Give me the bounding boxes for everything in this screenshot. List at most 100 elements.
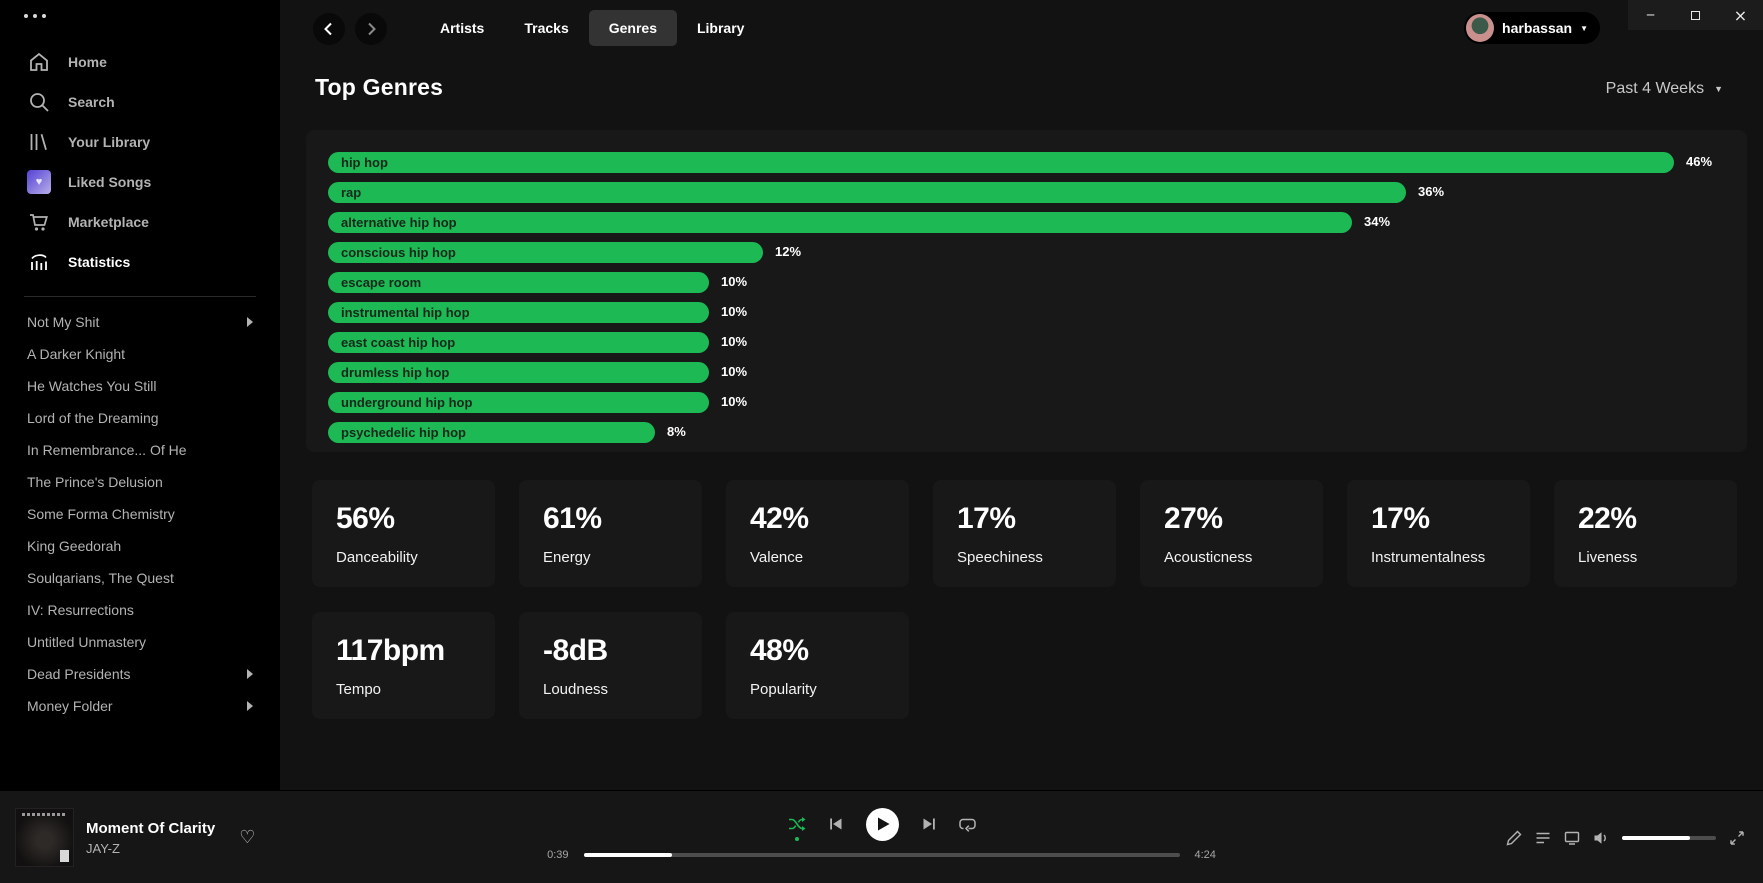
sidebar-divider	[24, 296, 256, 297]
genre-bar[interactable]: alternative hip hop	[328, 212, 1352, 233]
playlist-item[interactable]: The Prince's Delusion	[0, 466, 280, 498]
stat-card-loudness: -8dBLoudness	[519, 612, 702, 719]
playlist-item[interactable]: Money Folder	[0, 690, 280, 722]
tab-artists[interactable]: Artists	[420, 10, 504, 46]
genre-bar-row: alternative hip hop 34%	[328, 209, 1725, 239]
stat-label: Energy	[543, 549, 678, 566]
playlist-item[interactable]: Dead Presidents	[0, 658, 280, 690]
folder-arrow-icon	[247, 317, 253, 327]
skip-forward-icon	[921, 816, 937, 832]
stat-value: 17%	[957, 502, 1092, 536]
genre-bar[interactable]: drumless hip hop	[328, 362, 709, 383]
shuffle-button[interactable]	[788, 816, 806, 832]
genre-label: conscious hip hop	[328, 245, 456, 260]
time-range-label: Past 4 Weeks	[1606, 80, 1704, 98]
genre-bar[interactable]: hip hop	[328, 152, 1674, 173]
sidebar-item-label: Home	[68, 54, 107, 70]
sidebar-item-your-library[interactable]: Your Library	[0, 122, 280, 162]
sidebar-item-statistics[interactable]: Statistics	[0, 242, 280, 282]
fullscreen-button[interactable]	[1729, 830, 1745, 846]
skip-back-icon	[828, 816, 844, 832]
playlist-name: Not My Shit	[27, 314, 247, 330]
stat-label: Instrumentalness	[1371, 549, 1506, 566]
close-button[interactable]: ×	[1718, 0, 1763, 30]
genre-bar[interactable]: psychedelic hip hop	[328, 422, 655, 443]
main-content: ArtistsTracksGenresLibrary harbassan ▼ ─…	[280, 0, 1763, 790]
minimize-button[interactable]: ─	[1628, 0, 1673, 30]
sidebar-item-search[interactable]: Search	[0, 82, 280, 122]
genre-label: east coast hip hop	[328, 335, 455, 350]
playlist-name: A Darker Knight	[27, 346, 253, 362]
folder-arrow-icon	[247, 669, 253, 679]
tab-genres[interactable]: Genres	[589, 10, 677, 46]
genre-bar[interactable]: rap	[328, 182, 1406, 203]
playlist-name: In Remembrance... Of He	[27, 442, 253, 458]
sidebar-item-marketplace[interactable]: Marketplace	[0, 202, 280, 242]
genre-bar-row: rap36%	[328, 179, 1725, 209]
lyrics-button[interactable]	[1506, 830, 1522, 846]
queue-button[interactable]	[1535, 830, 1551, 846]
sidebar-item-home[interactable]: Home	[0, 42, 280, 82]
view-tabs: ArtistsTracksGenresLibrary	[420, 10, 764, 46]
genre-bar[interactable]: conscious hip hop	[328, 242, 763, 263]
playlist-item[interactable]: Soulqarians, The Quest	[0, 562, 280, 594]
tab-tracks[interactable]: Tracks	[504, 10, 588, 46]
next-button[interactable]	[921, 816, 937, 832]
stat-value: 27%	[1164, 502, 1299, 536]
stat-value: 117bpm	[336, 634, 471, 668]
tab-library[interactable]: Library	[677, 10, 764, 46]
stat-label: Popularity	[750, 681, 885, 698]
playlist-item[interactable]: Some Forma Chemistry	[0, 498, 280, 530]
volume-fill	[1622, 836, 1690, 840]
genre-bar[interactable]: escape room	[328, 272, 709, 293]
playlist-item[interactable]: He Watches You Still	[0, 370, 280, 402]
play-button[interactable]	[866, 808, 899, 841]
back-button[interactable]	[313, 13, 345, 45]
volume-button[interactable]	[1593, 830, 1609, 846]
stat-label: Speechiness	[957, 549, 1092, 566]
genre-bar[interactable]: east coast hip hop	[328, 332, 709, 353]
progress-bar[interactable]	[584, 853, 1180, 857]
ellipsis-menu-icon[interactable]	[24, 14, 46, 18]
playlist-list: Not My Shit A Darker Knight He Watches You…	[0, 306, 280, 722]
playlist-name: King Geedorah	[27, 538, 253, 554]
genre-percent: 8%	[667, 424, 686, 439]
previous-button[interactable]	[828, 816, 844, 832]
stat-card-instrumentalness: 17%Instrumentalness	[1347, 480, 1530, 587]
stat-card-acousticness: 27%Acousticness	[1140, 480, 1323, 587]
liked-songs-icon: ♥	[27, 170, 51, 194]
playlist-item[interactable]: King Geedorah	[0, 530, 280, 562]
genre-bar[interactable]: underground hip hop	[328, 392, 709, 413]
maximize-button[interactable]	[1673, 0, 1718, 30]
time-range-dropdown[interactable]: Past 4 Weeks ▼	[1606, 80, 1723, 98]
connect-device-button[interactable]	[1564, 830, 1580, 846]
playlist-item[interactable]: Not My Shit	[0, 306, 280, 338]
lyrics-icon	[1506, 830, 1522, 846]
forward-button[interactable]	[355, 13, 387, 45]
playlist-item[interactable]: Untitled Unmastery	[0, 626, 280, 658]
progress-row: 0:39 4:24	[0, 847, 1763, 863]
genre-bar-row: psychedelic hip hop 8%	[328, 419, 1725, 449]
genre-label: psychedelic hip hop	[328, 425, 466, 440]
genre-chart: hip hop46%rap36%alternative hip hop34%co…	[306, 130, 1747, 452]
playlist-name: Soulqarians, The Quest	[27, 570, 253, 586]
volume-slider[interactable]	[1622, 836, 1716, 840]
user-menu[interactable]: harbassan ▼	[1464, 12, 1600, 44]
genre-bar-row: underground hip hop10%	[328, 389, 1725, 419]
playlist-item[interactable]: IV: Resurrections	[0, 594, 280, 626]
genre-percent: 10%	[721, 334, 747, 349]
playlist-item[interactable]: Lord of the Dreaming	[0, 402, 280, 434]
genre-bar[interactable]: instrumental hip hop	[328, 302, 709, 323]
chevron-down-icon: ▼	[1714, 84, 1723, 94]
playlist-item[interactable]: A Darker Knight	[0, 338, 280, 370]
playlist-item[interactable]: In Remembrance... Of He	[0, 434, 280, 466]
sidebar-item-liked-songs[interactable]: ♥Liked Songs	[0, 162, 280, 202]
stat-value: 56%	[336, 502, 471, 536]
genre-bar-row: drumless hip hop10%	[328, 359, 1725, 389]
statistics-icon	[27, 250, 51, 274]
repeat-button[interactable]	[959, 816, 976, 832]
stat-card-danceability: 56%Danceability	[312, 480, 495, 587]
genre-percent: 10%	[721, 304, 747, 319]
volume-icon	[1593, 830, 1609, 846]
genre-percent: 34%	[1364, 214, 1390, 229]
